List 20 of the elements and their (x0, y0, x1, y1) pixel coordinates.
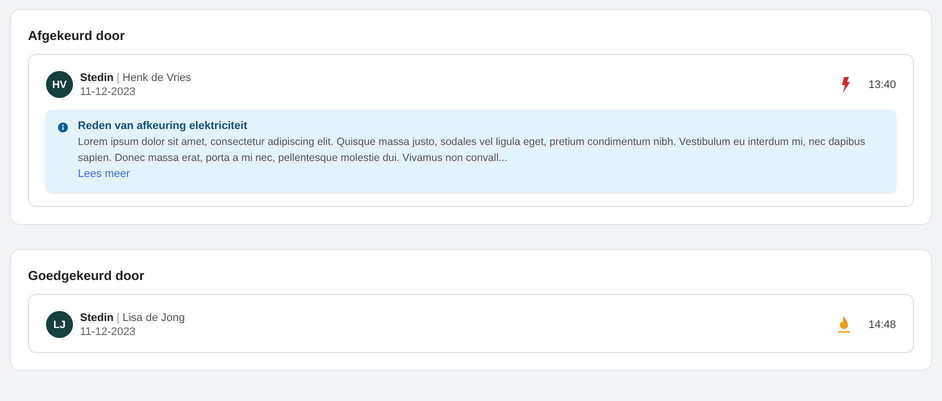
notice-title: Reden van afkeuring elektriciteit (78, 120, 248, 132)
time: 14:48 (868, 318, 896, 330)
notice-text: Lorem ipsum dolor sit amet, consectetur adipiscing elit. Quisque massa justo, sodales vel ligula eget, pretium condimentum nibh. Vestibulum eu interdum mi, nec dapibus sapien. Donec massa erat, porta a mi nec, pellentesque molestie dui. Vivamus non convall... (78, 135, 866, 166)
date: 11-12-2023 (80, 326, 136, 338)
separator: | (116, 312, 120, 324)
organisation-name: Stedin (80, 312, 114, 324)
info-icon (58, 120, 68, 135)
date: 11-12-2023 (80, 86, 136, 98)
separator: | (116, 72, 120, 84)
section-title: Goedgekeurd door (28, 268, 146, 283)
time: 13:40 (868, 78, 896, 90)
section-title: Afgekeurd door (28, 28, 126, 43)
person-name: Lisa de Jong (122, 312, 185, 324)
avatar: LJ (46, 311, 73, 338)
read-more-link[interactable]: Lees meer (78, 168, 130, 180)
lightning-icon (841, 76, 852, 92)
avatar: HV (46, 71, 73, 98)
organisation-name: Stedin (80, 72, 114, 84)
flame-icon (837, 316, 852, 333)
person-name: Henk de Vries (122, 72, 192, 84)
